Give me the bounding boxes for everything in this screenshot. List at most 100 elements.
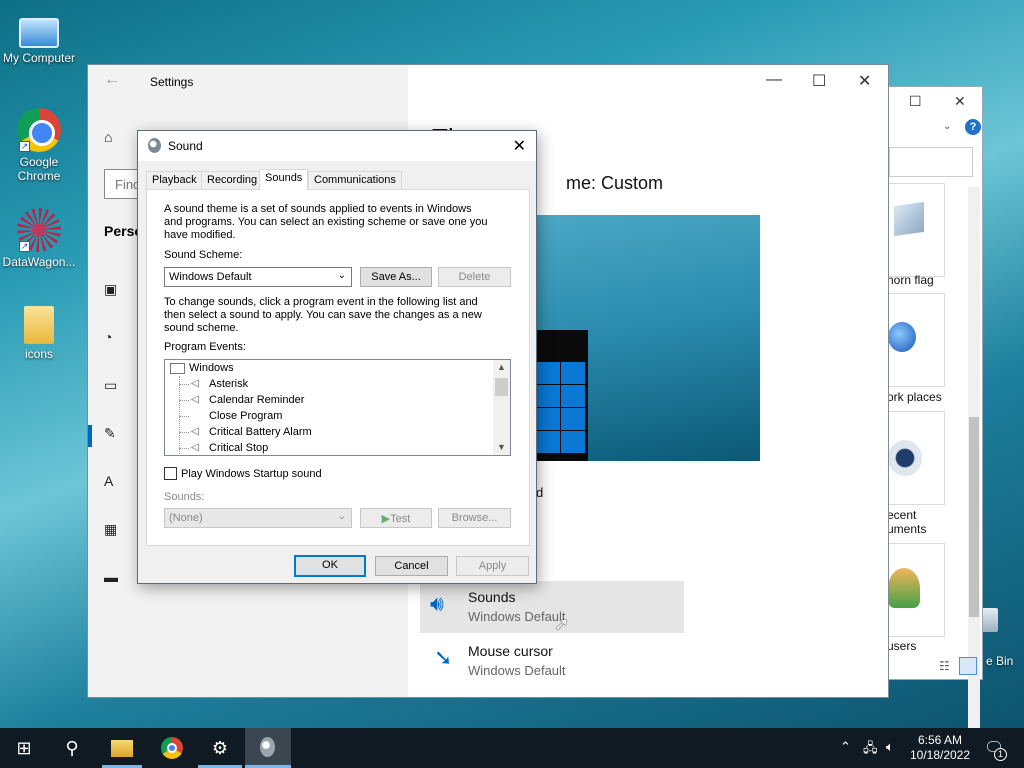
startup-sound-checkbox[interactable] (164, 467, 177, 480)
start-icon[interactable]: ▦ (104, 521, 122, 538)
program-events-label: Program Events: (164, 341, 246, 353)
explorer-item-tile[interactable] (887, 411, 945, 505)
preview-tiles (536, 362, 585, 453)
sounds-dropdown[interactable]: (None) ⌄ (164, 508, 352, 528)
desktop-icon-datawagon[interactable]: ↗ DataWagon... (0, 208, 78, 269)
sound-scheme-value: Windows Default (169, 271, 252, 283)
windows-start-icon[interactable]: ⊞ (12, 736, 36, 760)
change-sounds-text: To change sounds, click a program event … (164, 296, 482, 334)
maximize-icon[interactable]: ☐ (909, 93, 922, 110)
explorer-item-tile[interactable] (887, 183, 945, 277)
large-icons-view-icon[interactable] (959, 657, 977, 675)
close-icon[interactable]: ✕ (954, 93, 966, 110)
computer-icon (19, 18, 59, 48)
program-events-list[interactable]: Windows ◁ Asterisk ◁ Calendar Reminder Clo… (164, 359, 511, 456)
list-item[interactable]: ◁ Critical Battery Alarm (191, 424, 312, 440)
speaker-icon: ◁ (191, 394, 199, 405)
lock-screen-icon[interactable]: ▭ (104, 377, 122, 394)
themes-icon[interactable]: ✎ (104, 425, 122, 442)
desktop-icon-label: e Bin (986, 654, 1014, 668)
cancel-button[interactable]: Cancel (375, 556, 448, 576)
delete-button[interactable]: Delete (438, 267, 511, 287)
chevron-down-icon: ⌄ (337, 270, 346, 281)
explorer-search-box[interactable] (889, 147, 973, 177)
details-view-icon[interactable]: ☷ (939, 659, 950, 673)
save-as-button[interactable]: Save As... (360, 267, 432, 287)
speaker-icon: ◁ (191, 378, 199, 389)
close-icon[interactable]: ✕ (858, 71, 871, 91)
list-item[interactable]: ◁ Calendar Reminder (191, 392, 304, 408)
settings-gear-icon[interactable]: ⚙ (208, 736, 232, 760)
home-icon[interactable]: ⌂ (104, 129, 122, 145)
desktop-icon-label: DataWagon... (2, 255, 76, 269)
fonts-icon[interactable]: A (104, 473, 122, 489)
desktop-icon-google-chrome[interactable]: ↗ Google Chrome (0, 108, 78, 183)
setting-title: Mouse cursor (468, 643, 553, 659)
events-scrollbar[interactable]: ▲ ▼ (493, 360, 510, 455)
active-taskbar-button[interactable] (245, 728, 291, 768)
list-item[interactable]: Close Program (209, 408, 282, 424)
list-item[interactable]: ◁ Critical Stop (191, 440, 268, 456)
tab-communications[interactable]: Communications (308, 171, 402, 189)
scrollbar-thumb[interactable] (969, 417, 979, 617)
scrollbar-thumb[interactable] (495, 378, 508, 396)
chevron-down-icon: ⌄ (337, 511, 346, 522)
desktop-icon-icons-folder[interactable]: icons (0, 306, 78, 361)
explorer-item-label: users (887, 639, 917, 653)
chrome-taskbar-icon[interactable] (160, 736, 184, 760)
test-button[interactable]: ▶Test (360, 508, 432, 528)
scroll-down-icon[interactable]: ▼ (497, 442, 506, 452)
settings-fragment-text: d (536, 485, 544, 500)
ok-button[interactable]: OK (294, 555, 366, 577)
play-icon: ▶ (381, 513, 391, 525)
scroll-up-icon[interactable]: ▲ (497, 362, 506, 372)
tab-sounds[interactable]: Sounds (259, 169, 309, 190)
chrome-icon: ↗ (17, 108, 61, 152)
explorer-window[interactable]: ☐ ✕ ⌄ ? horn flag ork places ecent ument… (886, 86, 983, 732)
explorer-item-tile[interactable] (887, 543, 945, 637)
cursor-icon: ➘ (434, 645, 453, 670)
apply-button[interactable]: Apply (456, 556, 529, 576)
file-explorer-icon[interactable] (110, 736, 134, 760)
sound-scheme-dropdown[interactable]: Windows Default ⌄ (164, 267, 352, 287)
preview-start-panel (536, 330, 588, 461)
explorer-scrollbar[interactable] (968, 187, 980, 732)
mouse-cursor-setting[interactable]: ➘ Mouse cursor Windows Default (420, 635, 684, 687)
taskbar-clock[interactable]: 6:56 AM 10/18/2022 (900, 733, 980, 763)
colors-icon[interactable]: ◔ (104, 329, 122, 345)
list-item[interactable]: Windows (189, 360, 234, 376)
explorer-item-tile[interactable] (887, 293, 945, 387)
tab-recording[interactable]: Recording (201, 171, 264, 189)
close-icon[interactable]: ✕ (513, 136, 526, 156)
back-arrow-icon[interactable]: ← (104, 71, 120, 89)
background-icon[interactable]: ▣ (104, 281, 122, 298)
shortcut-arrow-icon: ↗ (19, 241, 30, 252)
chevron-up-icon[interactable]: ⌃ (840, 739, 851, 755)
sounds-label: Sounds: (164, 491, 205, 503)
windows-flag-icon (894, 201, 924, 237)
active-nav-indicator (88, 425, 92, 447)
notification-count-badge: 1 (994, 748, 1007, 761)
explorer-item-label: ork places (887, 390, 942, 404)
shortcut-arrow-icon: ↗ (19, 141, 30, 152)
volume-icon[interactable]: 🔈︎ (886, 739, 894, 755)
search-icon[interactable]: ⚲ (60, 736, 84, 760)
minimize-icon[interactable]: — (766, 71, 782, 89)
clock-time: 6:56 AM (917, 733, 963, 747)
sound-dialog[interactable]: Sound ✕ Playback Recording Sounds Commun… (137, 130, 537, 584)
browse-button[interactable]: Browse... (438, 508, 511, 528)
recent-documents-icon (888, 440, 922, 476)
taskbar-icon[interactable]: ▬ (104, 569, 122, 585)
dialog-titlebar[interactable]: Sound ✕ (138, 131, 536, 161)
sound-scheme-label: Sound Scheme: (164, 249, 243, 261)
maximize-icon[interactable]: ☐ (812, 71, 826, 91)
desktop-icon-my-computer[interactable]: My Computer (0, 10, 78, 65)
windows-category-icon (170, 363, 185, 374)
sounds-setting[interactable]: 🔊︎ Sounds Windows Default (420, 581, 684, 633)
list-item[interactable]: ◁ Asterisk (191, 376, 248, 392)
setting-value: Windows Default (468, 663, 566, 678)
chevron-down-icon[interactable]: ⌄ (943, 121, 951, 132)
network-icon[interactable]: 🖧︎ (863, 739, 878, 761)
help-icon[interactable]: ? (965, 119, 981, 135)
tab-playback[interactable]: Playback (146, 171, 203, 189)
